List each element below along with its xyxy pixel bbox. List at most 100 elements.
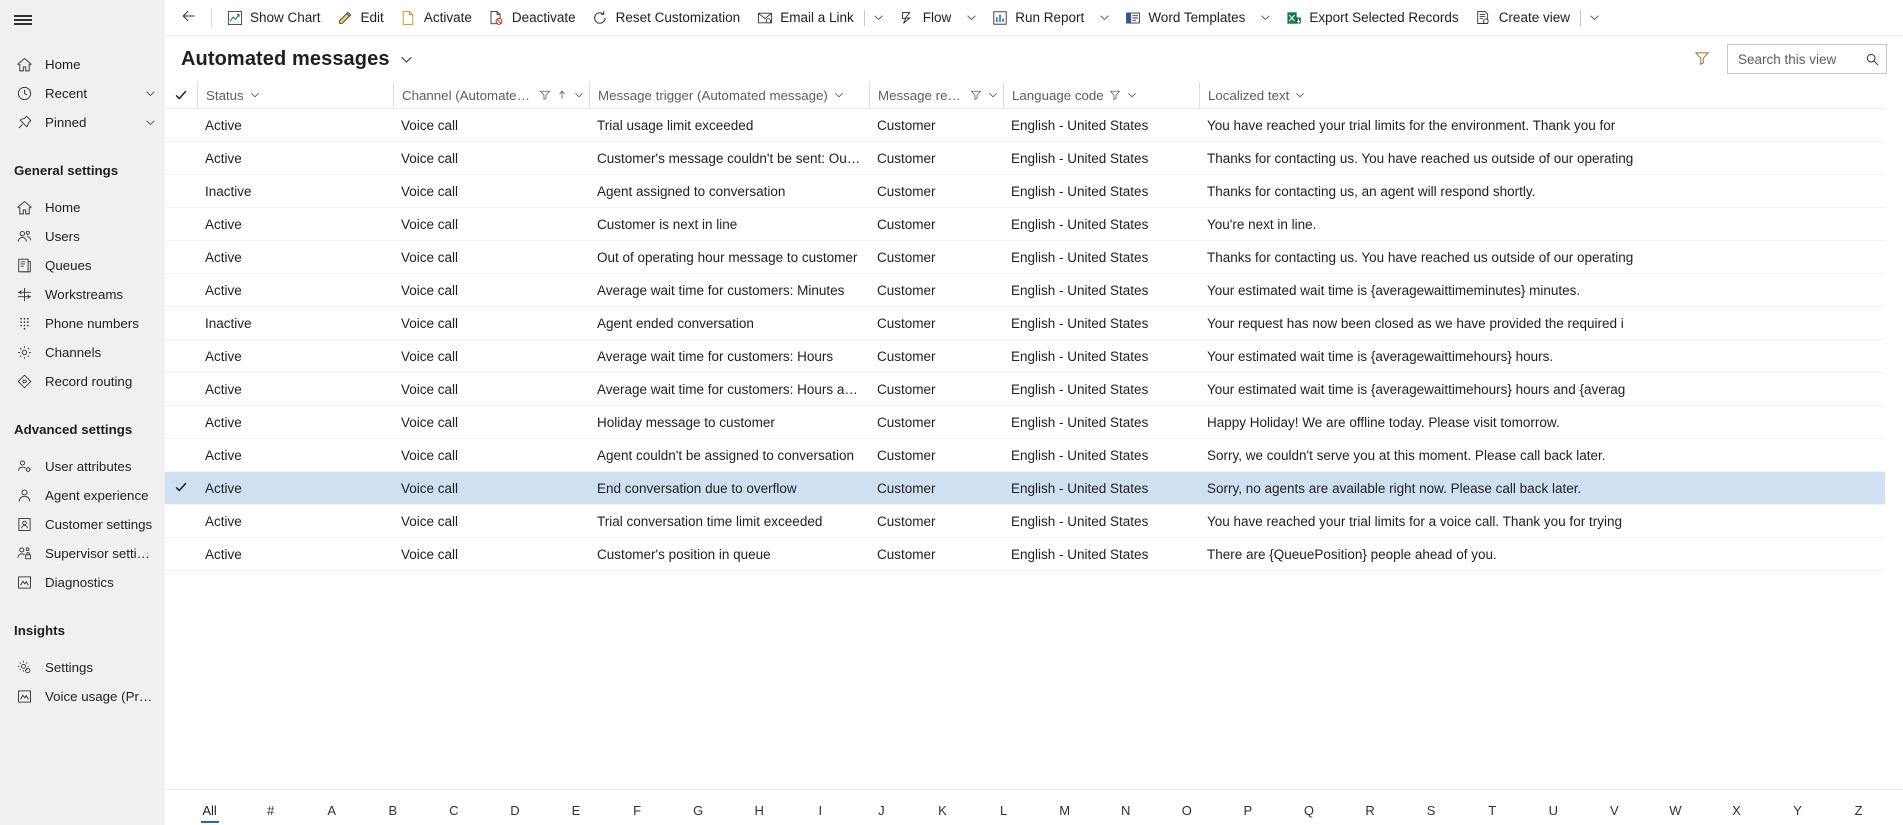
- cell-language-code[interactable]: English - United States: [1003, 339, 1199, 373]
- alphabet-filter-h[interactable]: H: [729, 803, 790, 825]
- create-view-chevron[interactable]: [1583, 2, 1607, 34]
- alphabet-filter-u[interactable]: U: [1523, 803, 1584, 825]
- cell-localized-text[interactable]: There are {QueuePosition} people ahead o…: [1199, 537, 1885, 571]
- cell-language-code[interactable]: English - United States: [1003, 537, 1199, 571]
- alphabet-filter-x[interactable]: X: [1706, 803, 1767, 825]
- cell-language-code[interactable]: English - United States: [1003, 471, 1199, 505]
- row-select-checkbox[interactable]: [165, 438, 197, 472]
- row-select-checkbox[interactable]: [165, 240, 197, 274]
- sidebar-item-diagnostics[interactable]: Diagnostics: [0, 568, 165, 597]
- alphabet-filter-l[interactable]: L: [973, 803, 1034, 825]
- view-selector-chevron-down-icon[interactable]: [399, 52, 414, 67]
- sidebar-item-user-attributes[interactable]: User attributes: [0, 452, 165, 481]
- flow-button[interactable]: Flow: [891, 2, 960, 34]
- cell-localized-text[interactable]: Sorry, we couldn't serve you at this mom…: [1199, 438, 1885, 472]
- filter-icon[interactable]: [539, 89, 551, 101]
- row-select-checkbox[interactable]: [165, 537, 197, 571]
- alphabet-filter-r[interactable]: R: [1339, 803, 1400, 825]
- site-map-toggle-button[interactable]: [0, 0, 165, 40]
- run-report-button[interactable]: Run Report: [983, 2, 1092, 34]
- search-icon[interactable]: [1865, 49, 1880, 69]
- column-header-localized-text[interactable]: Localized text: [1199, 82, 1885, 109]
- cell-language-code[interactable]: English - United States: [1003, 306, 1199, 340]
- alphabet-filter-f[interactable]: F: [607, 803, 668, 825]
- table-row[interactable]: Inactive Voice call Agent ended conversati…: [165, 306, 1885, 340]
- sidebar-item-record-routing[interactable]: Record routing: [0, 367, 165, 396]
- table-row[interactable]: Active Voice call Average wait time for cu…: [165, 339, 1885, 373]
- alphabet-filter-j[interactable]: J: [851, 803, 912, 825]
- cell-language-code[interactable]: English - United States: [1003, 405, 1199, 439]
- alphabet-filter-i[interactable]: I: [790, 803, 851, 825]
- data-grid-scroll[interactable]: Status Channel (Automated message): [165, 82, 1903, 789]
- alphabet-filter-o[interactable]: O: [1156, 803, 1217, 825]
- cell-language-code[interactable]: English - United States: [1003, 273, 1199, 307]
- column-header-channel[interactable]: Channel (Automated message): [393, 82, 589, 109]
- sidebar-item-home-top[interactable]: Home: [0, 50, 165, 79]
- alphabet-filter-n[interactable]: N: [1095, 803, 1156, 825]
- select-all-header[interactable]: [165, 82, 197, 109]
- alphabet-filter-p[interactable]: P: [1217, 803, 1278, 825]
- deactivate-button[interactable]: Deactivate: [480, 2, 584, 34]
- alphabet-filter-g[interactable]: G: [668, 803, 729, 825]
- chevron-down-icon[interactable]: [1294, 89, 1306, 101]
- email-a-link-chevron[interactable]: [867, 2, 891, 34]
- cell-language-code[interactable]: English - United States: [1003, 438, 1199, 472]
- filter-button[interactable]: [1687, 44, 1717, 74]
- chevron-down-icon[interactable]: [144, 87, 157, 100]
- alphabet-filter-hash[interactable]: #: [240, 803, 301, 825]
- table-row[interactable]: Active Voice call Out of operating hour me…: [165, 240, 1885, 274]
- cell-language-code[interactable]: English - United States: [1003, 141, 1199, 175]
- select-all-checkbox[interactable]: [165, 82, 197, 108]
- row-select-checkbox[interactable]: [165, 504, 197, 538]
- flow-chevron[interactable]: [959, 2, 983, 34]
- alphabet-filter-v[interactable]: V: [1584, 803, 1645, 825]
- email-a-link-button[interactable]: Email a Link: [748, 2, 862, 34]
- cell-localized-text[interactable]: Sorry, no agents are available right now…: [1199, 471, 1885, 505]
- alphabet-filter-z[interactable]: Z: [1828, 803, 1889, 825]
- cell-localized-text[interactable]: You're next in line.: [1199, 207, 1885, 241]
- cell-language-code[interactable]: English - United States: [1003, 108, 1199, 142]
- row-select-checkbox[interactable]: [165, 306, 197, 340]
- column-header-language-code[interactable]: Language code: [1003, 82, 1199, 109]
- row-select-checkbox[interactable]: [165, 471, 197, 505]
- table-row[interactable]: Active Voice call Trial usage limit exceed…: [165, 108, 1885, 142]
- sidebar-item-pinned[interactable]: Pinned: [0, 108, 165, 137]
- table-row[interactable]: Active Voice call Holiday message to custo…: [165, 405, 1885, 439]
- row-select-checkbox[interactable]: [165, 174, 197, 208]
- cell-language-code[interactable]: English - United States: [1003, 504, 1199, 538]
- sidebar-item-workstreams[interactable]: Workstreams: [0, 280, 165, 309]
- cell-localized-text[interactable]: You have reached your trial limits for t…: [1199, 108, 1885, 142]
- sidebar-item-home[interactable]: Home: [0, 193, 165, 222]
- alphabet-filter-all[interactable]: All: [179, 803, 240, 825]
- alphabet-filter-t[interactable]: T: [1462, 803, 1523, 825]
- table-row[interactable]: Active Voice call Trial conversation time …: [165, 504, 1885, 538]
- create-view-button[interactable]: Create view: [1467, 2, 1578, 34]
- chevron-down-icon[interactable]: [1126, 89, 1138, 101]
- cell-language-code[interactable]: English - United States: [1003, 174, 1199, 208]
- cell-localized-text[interactable]: Happy Holiday! We are offline today. Ple…: [1199, 405, 1885, 439]
- alphabet-filter-b[interactable]: B: [362, 803, 423, 825]
- row-select-checkbox[interactable]: [165, 141, 197, 175]
- table-row[interactable]: Active Voice call End conversation due to …: [165, 471, 1885, 505]
- sidebar-item-voice-usage[interactable]: Voice usage (Preview): [0, 682, 165, 711]
- cell-localized-text[interactable]: Your request has now been closed as we h…: [1199, 306, 1885, 340]
- cell-language-code[interactable]: English - United States: [1003, 372, 1199, 406]
- cell-localized-text[interactable]: You have reached your trial limits for a…: [1199, 504, 1885, 538]
- sidebar-item-supervisor-settings[interactable]: Supervisor settings: [0, 539, 165, 568]
- activate-button[interactable]: Activate: [392, 2, 480, 34]
- sort-ascending-icon[interactable]: [556, 89, 568, 101]
- word-templates-chevron[interactable]: [1253, 2, 1277, 34]
- cell-localized-text[interactable]: Your estimated wait time is {averagewait…: [1199, 339, 1885, 373]
- word-templates-button[interactable]: Word Templates: [1116, 2, 1253, 34]
- cell-localized-text[interactable]: Thanks for contacting us, an agent will …: [1199, 174, 1885, 208]
- cell-localized-text[interactable]: Thanks for contacting us. You have reach…: [1199, 141, 1885, 175]
- chevron-down-icon[interactable]: [833, 89, 845, 101]
- alphabet-filter-y[interactable]: Y: [1767, 803, 1828, 825]
- alphabet-filter-e[interactable]: E: [545, 803, 606, 825]
- cell-language-code[interactable]: English - United States: [1003, 240, 1199, 274]
- row-select-checkbox[interactable]: [165, 372, 197, 406]
- sidebar-item-queues[interactable]: Queues: [0, 251, 165, 280]
- alphabet-filter-a[interactable]: A: [301, 803, 362, 825]
- table-row[interactable]: Active Voice call Customer's message could…: [165, 141, 1885, 175]
- table-row[interactable]: Active Voice call Customer's position in q…: [165, 537, 1885, 571]
